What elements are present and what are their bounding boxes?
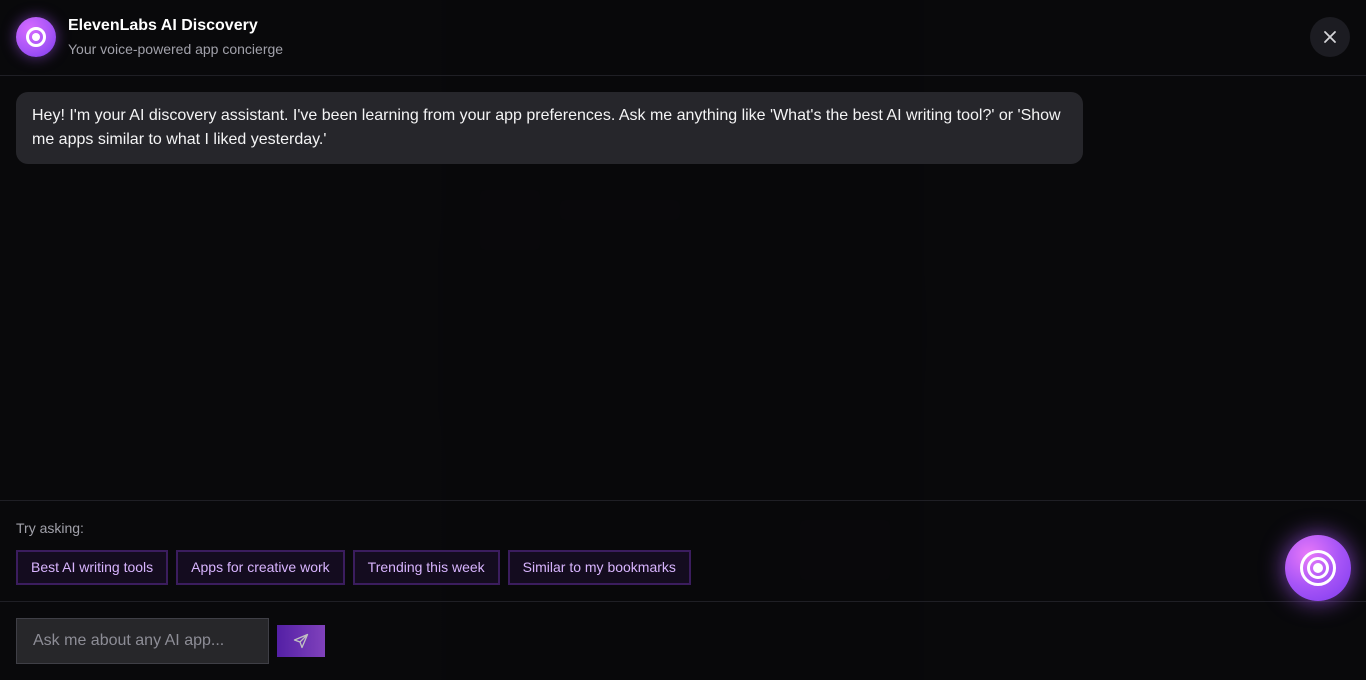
close-icon — [1324, 31, 1336, 43]
suggestion-chip-bookmarks[interactable]: Similar to my bookmarks — [507, 550, 691, 585]
close-button[interactable] — [1310, 17, 1350, 57]
app-subtitle: Your voice-powered app concierge — [68, 41, 284, 57]
assistant-message: Hey! I'm your AI discovery assistant. I'… — [16, 92, 1083, 164]
suggestion-chip-trending[interactable]: Trending this week — [352, 550, 500, 585]
message-input[interactable] — [16, 618, 269, 664]
suggestion-chip-writing-tools[interactable]: Best AI writing tools — [16, 550, 169, 585]
send-button[interactable] — [277, 625, 325, 657]
chat-header: ElevenLabs AI Discovery Your voice-power… — [0, 0, 1366, 76]
send-icon — [293, 633, 309, 649]
chat-messages: Hey! I'm your AI discovery assistant. I'… — [0, 77, 1366, 500]
discovery-chat-panel: ElevenLabs AI Discovery Your voice-power… — [0, 0, 1366, 680]
suggestion-section: Try asking: Best AI writing tools Apps f… — [0, 500, 1366, 602]
try-asking-label: Try asking: — [16, 520, 84, 536]
suggestion-chips: Best AI writing tools Apps for creative … — [16, 550, 691, 585]
app-title: ElevenLabs AI Discovery — [68, 17, 258, 34]
suggestion-chip-creative-work[interactable]: Apps for creative work — [176, 550, 345, 585]
voice-orb-icon — [16, 17, 56, 57]
message-composer — [0, 602, 1366, 680]
voice-assistant-button[interactable] — [1285, 535, 1351, 601]
voice-orb-dot-icon — [1313, 563, 1323, 573]
